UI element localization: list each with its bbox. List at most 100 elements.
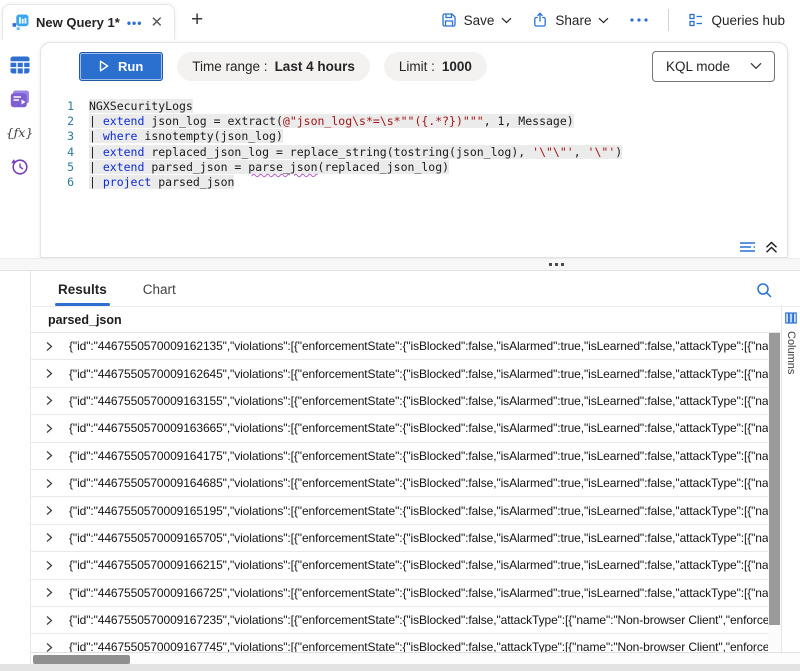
expand-row-chevron-icon[interactable] (44, 450, 69, 461)
time-range-picker[interactable]: Time range : Last 4 hours (177, 52, 370, 81)
table-row[interactable]: {"id":"4467550570009165195","violations"… (31, 497, 768, 524)
row-json-text: {"id":"4467550570009163665","violations"… (69, 421, 768, 435)
query-tab[interactable]: New Query 1* ••• ✕ (2, 4, 175, 40)
expand-row-chevron-icon[interactable] (44, 642, 69, 652)
queries-hub-button[interactable]: Queries hub (679, 8, 794, 32)
code-line: 3| where isnotempty(json_log) (41, 129, 787, 144)
left-rail: {ƒx} (0, 40, 39, 177)
mode-chevron-down-icon (750, 62, 762, 70)
code-line: 1NGXSecurityLogs (41, 99, 787, 114)
row-json-text: {"id":"4467550570009167235","violations"… (69, 613, 768, 627)
tab-close-icon[interactable]: ✕ (149, 16, 164, 30)
expand-row-chevron-icon[interactable] (44, 532, 69, 543)
expand-row-chevron-icon[interactable] (44, 368, 69, 379)
more-actions-button[interactable] (620, 13, 658, 27)
table-row[interactable]: {"id":"4467550570009162135","violations"… (31, 333, 768, 360)
table-row[interactable]: {"id":"4467550570009166215","violations"… (31, 552, 768, 579)
collapse-editor-icon[interactable] (765, 241, 778, 254)
expand-row-chevron-icon[interactable] (44, 478, 69, 489)
table-row[interactable]: {"id":"4467550570009163665","violations"… (31, 415, 768, 442)
row-json-text: {"id":"4467550570009162645","violations"… (69, 367, 768, 381)
column-header-parsed-json[interactable]: parsed_json (31, 307, 800, 333)
code-editor[interactable]: 1NGXSecurityLogs2| extend json_log = ext… (41, 89, 787, 190)
expand-row-chevron-icon[interactable] (44, 341, 69, 352)
save-chevron-down-icon (501, 17, 512, 24)
expand-row-chevron-icon[interactable] (44, 505, 69, 516)
expand-row-chevron-icon[interactable] (44, 615, 69, 626)
tab-chart[interactable]: Chart (140, 282, 179, 306)
editor-options-lines-icon[interactable] (739, 241, 756, 254)
horizontal-scrollbar-thumb[interactable] (33, 655, 130, 664)
line-number: 6 (41, 175, 89, 190)
expand-row-chevron-icon[interactable] (44, 587, 69, 598)
table-row[interactable]: {"id":"4467550570009162645","violations"… (31, 360, 768, 387)
table-row[interactable]: {"id":"4467550570009164175","violations"… (31, 443, 768, 470)
row-json-text: {"id":"4467550570009162135","violations"… (69, 339, 768, 353)
adx-logo-icon (12, 14, 29, 31)
code-line: 4| extend replaced_json_log = replace_st… (41, 145, 787, 160)
columns-panel-label: Columns (785, 331, 797, 374)
tab-results[interactable]: Results (55, 282, 110, 306)
row-json-text: {"id":"4467550570009164685","violations"… (69, 476, 768, 490)
functions-panel-icon[interactable]: {ƒx} (9, 122, 31, 143)
toolbar-divider (668, 9, 669, 31)
query-toolbar: Run Time range : Last 4 hours Limit : 10… (41, 43, 787, 89)
table-row[interactable]: {"id":"4467550570009163155","violations"… (31, 388, 768, 415)
query-mode-select[interactable]: KQL mode (652, 51, 775, 82)
share-button[interactable]: Share (523, 8, 618, 32)
saved-cards-panel-icon[interactable] (9, 88, 31, 109)
tables-panel-icon[interactable] (9, 54, 31, 75)
table-row[interactable]: {"id":"4467550570009166725","violations"… (31, 580, 768, 607)
code-line: 6| project parsed_json (41, 175, 787, 190)
tab-more-icon[interactable]: ••• (127, 18, 143, 28)
row-json-text: {"id":"4467550570009166725","violations"… (69, 586, 768, 600)
table-row[interactable]: {"id":"4467550570009167745","violations"… (31, 634, 768, 652)
code-line: 5| extend parsed_json = parse_json(repla… (41, 160, 787, 175)
tab-title: New Query 1* (36, 15, 120, 30)
new-tab-button[interactable]: + (191, 8, 203, 32)
results-tabbar: Results Chart (31, 271, 800, 307)
editor-corner-actions (739, 241, 778, 254)
main-content: {ƒx} Run Time range : Last 4 hours (0, 40, 800, 671)
line-number: 4 (41, 145, 89, 160)
query-mode-value: KQL mode (666, 59, 730, 74)
vertical-scrollbar-thumb[interactable] (769, 333, 780, 625)
code-line-text: | project parsed_json (89, 175, 234, 190)
line-number: 1 (41, 99, 89, 114)
bottom-edge-strip (0, 664, 800, 671)
limit-value: 1000 (442, 59, 472, 74)
code-line-text: | where isnotempty(json_log) (89, 129, 283, 144)
top-header: New Query 1* ••• ✕ + Save (0, 0, 800, 40)
columns-panel-toggle[interactable]: Columns (781, 307, 800, 652)
expand-row-chevron-icon[interactable] (44, 423, 69, 434)
run-label: Run (118, 59, 143, 74)
panel-splitter-handle[interactable] (0, 258, 800, 271)
queries-hub-label: Queries hub (711, 13, 785, 28)
code-line: 2| extend json_log = extract(@"json_log\… (41, 114, 787, 129)
run-button[interactable]: Run (79, 52, 163, 81)
limit-picker[interactable]: Limit : 1000 (384, 52, 487, 81)
line-number: 3 (41, 129, 89, 144)
code-line-text: NGXSecurityLogs (89, 99, 193, 114)
splitter-grip-dots (549, 263, 552, 266)
time-range-value: Last 4 hours (275, 59, 355, 74)
table-row[interactable]: {"id":"4467550570009165705","violations"… (31, 525, 768, 552)
horizontal-scrollbar[interactable] (31, 652, 800, 664)
row-json-text: {"id":"4467550570009165195","violations"… (69, 504, 768, 518)
vertical-scrollbar[interactable] (768, 333, 781, 652)
code-line-text: | extend parsed_json = parse_json(replac… (89, 160, 449, 175)
row-json-text: {"id":"4467550570009165705","violations"… (69, 531, 768, 545)
history-panel-icon[interactable] (9, 156, 31, 177)
table-row[interactable]: {"id":"4467550570009164685","violations"… (31, 470, 768, 497)
code-line-text: | extend replaced_json_log = replace_str… (89, 145, 622, 160)
line-number: 5 (41, 160, 89, 175)
search-icon[interactable] (756, 282, 773, 299)
queries-hub-icon (688, 12, 704, 28)
share-chevron-down-icon (598, 17, 609, 24)
expand-row-chevron-icon[interactable] (44, 560, 69, 571)
expand-row-chevron-icon[interactable] (44, 395, 69, 406)
table-row[interactable]: {"id":"4467550570009167235","violations"… (31, 607, 768, 634)
save-button[interactable]: Save (432, 8, 522, 32)
row-json-text: {"id":"4467550570009166215","violations"… (69, 558, 768, 572)
line-number: 2 (41, 114, 89, 129)
